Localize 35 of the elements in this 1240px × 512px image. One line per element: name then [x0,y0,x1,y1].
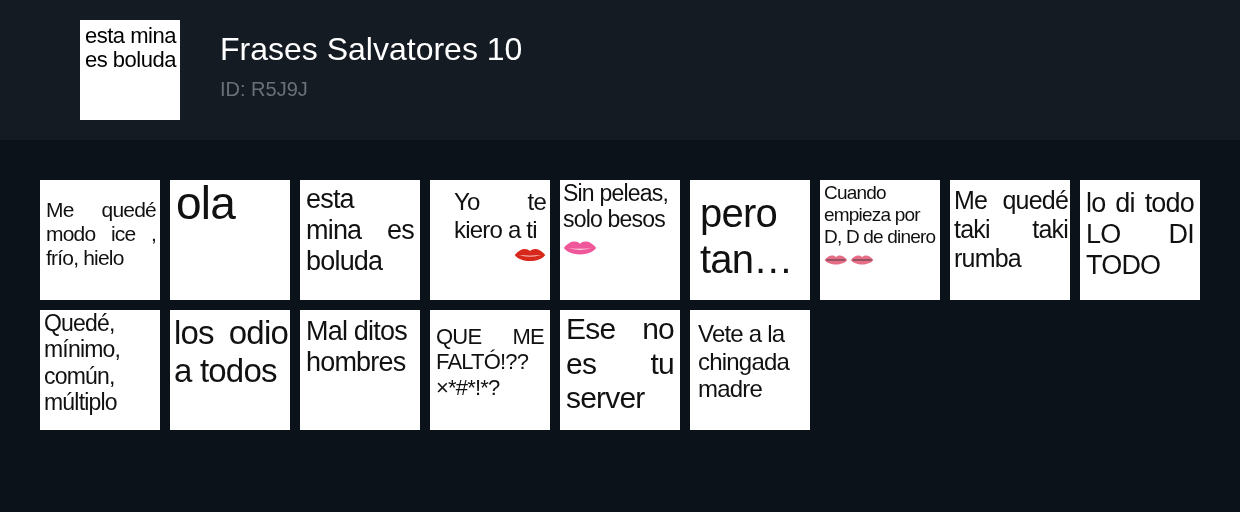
sticker[interactable]: QUE ME FALTÓ!?? ×*#*!*? [430,310,550,430]
sticker[interactable]: ola [170,180,290,300]
sticker[interactable]: Sin peleas, solo besos [560,180,680,300]
sticker[interactable]: esta mina es boluda [300,180,420,300]
sticker-text: Yo te kiero a ti [430,180,550,244]
sticker-text: Mal ditos hombres [305,315,408,379]
sticker-text: QUE ME FALTÓ!?? ×*#*!*? [435,323,545,400]
sticker[interactable]: Mal ditos hombres [300,310,420,430]
sticker-text: Me quedé modo ice , frío, hielo [45,197,157,271]
sticker-text: pero tan… [699,190,794,282]
sticker[interactable]: Vete a la chingada madre [690,310,810,430]
sticker[interactable]: Yo te kiero a ti [430,180,550,300]
sticker-text: Me quedé taki taki rumba [953,185,1069,273]
sticker[interactable]: los odio a todos [170,310,290,430]
sticker-text: lo di todo LO DI TODO [1085,187,1195,282]
sticker[interactable]: lo di todo LO DI TODO [1080,180,1200,300]
sticker[interactable]: Me quedé taki taki rumba [950,180,1070,300]
sticker-text: ola [175,180,237,226]
sticker-text: Ese no es tu server [565,311,675,416]
sticker-text: los odio a todos [173,313,289,390]
sticker-text: Cuando empieza por D, D de dinero [820,180,940,270]
sticker[interactable]: Ese no es tu server [560,310,680,430]
sticker[interactable]: pero tan… [690,180,810,300]
sticker-text: Quedé, mínimo, común, múltiplo [43,310,122,416]
sticker[interactable]: Cuando empieza por D, D de dinero [820,180,940,300]
sticker[interactable]: Quedé, mínimo, común, múltiplo [40,310,160,430]
lips-icon [514,247,546,264]
lips-icon [824,253,874,266]
pack-title: Frases Salvatores 10 [220,31,523,68]
sticker-text: esta mina es boluda [305,183,415,278]
sticker-text: Sin peleas, solo besos [560,180,680,260]
sticker-text: Vete a la chingada madre [697,319,791,403]
sticker[interactable]: Me quedé modo ice , frío, hielo [40,180,160,300]
thumbnail-text: esta mina es boluda [85,24,176,73]
pack-id: ID: R5J9J [220,78,309,101]
